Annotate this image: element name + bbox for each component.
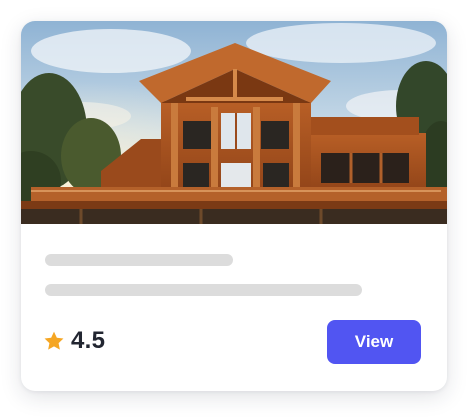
view-button[interactable]: View	[327, 320, 421, 364]
rating: 4.5	[43, 324, 105, 358]
placeholder-line-title	[45, 254, 233, 266]
property-card: 4.5 View	[21, 21, 447, 391]
rating-value: 4.5	[71, 327, 106, 354]
star-icon	[44, 331, 64, 350]
house-photo	[21, 21, 447, 224]
placeholder-line-subtitle	[45, 284, 362, 296]
